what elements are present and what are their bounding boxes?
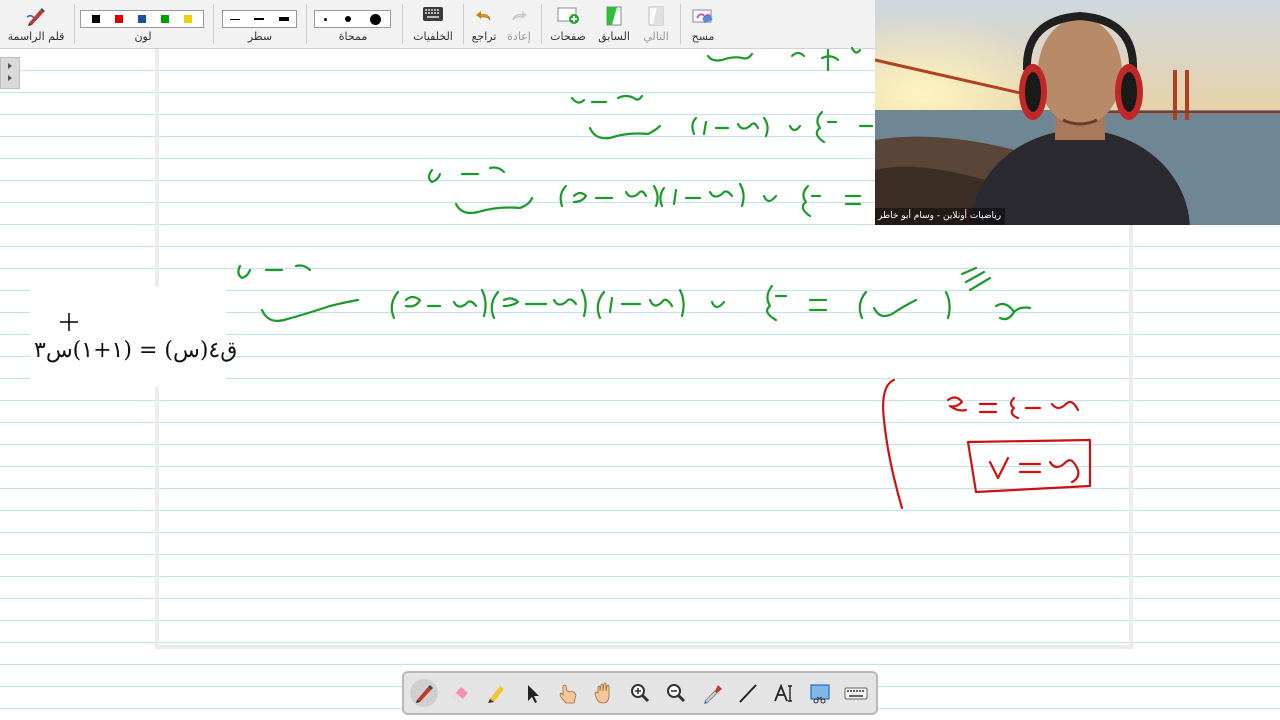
- open-hand-icon: [594, 682, 610, 704]
- text-icon: [774, 683, 792, 702]
- zoom-out-tool[interactable]: [662, 679, 690, 707]
- keyboard-icon: [844, 687, 868, 700]
- eyedropper-tool[interactable]: [698, 679, 726, 707]
- printed-formula: ق٤(س) = (١+١)س٣: [34, 338, 238, 363]
- highlighter-tool[interactable]: [482, 679, 510, 707]
- arrow-pointer-icon: [528, 685, 539, 703]
- text-tool[interactable]: [770, 679, 798, 707]
- screen-capture-icon: [810, 684, 830, 704]
- red-ink: [882, 378, 1092, 510]
- bottom-toolbar: [402, 671, 878, 715]
- crosshair-cursor-icon: [60, 313, 78, 331]
- zoom-in-tool[interactable]: [626, 679, 654, 707]
- eraser-icon: [452, 687, 468, 703]
- keyboard-tool[interactable]: [842, 679, 870, 707]
- screen-capture-tool[interactable]: [806, 679, 834, 707]
- webcam-overlay: [875, 0, 1280, 225]
- pointing-hand-icon: [559, 684, 577, 704]
- zoom-out-icon: [667, 684, 686, 703]
- eyedropper-icon: [704, 685, 722, 704]
- pan-tool[interactable]: [590, 679, 618, 707]
- presenter-video-image: [875, 0, 1280, 225]
- line-icon: [739, 684, 757, 703]
- select-tool[interactable]: [518, 679, 546, 707]
- formula-card: [30, 287, 226, 387]
- line-tool[interactable]: [734, 679, 762, 707]
- highlighter-icon: [488, 686, 504, 703]
- webcam-caption: رياضيات أونلاين - وسام أبو خاطر: [878, 211, 1002, 221]
- pen-tool[interactable]: [410, 679, 438, 707]
- pen-icon: [416, 685, 433, 703]
- eraser-tool[interactable]: [446, 679, 474, 707]
- pointer-hand-tool[interactable]: [554, 679, 582, 707]
- zoom-in-icon: [631, 684, 650, 703]
